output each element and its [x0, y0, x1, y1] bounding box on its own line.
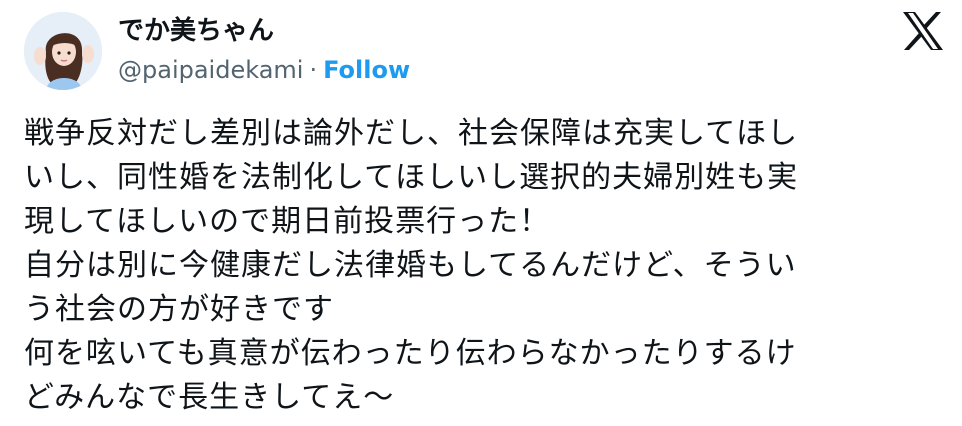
avatar[interactable]: [24, 12, 102, 90]
separator-dot: ·: [309, 56, 318, 84]
tweet-card: でか美ちゃん @paipaidekami · Follow 戦争反対だし差別は論外だ…: [0, 0, 962, 426]
display-name[interactable]: でか美ちゃん: [118, 14, 274, 48]
user-handle[interactable]: @paipaidekami: [118, 56, 303, 84]
handle-row: @paipaidekami · Follow: [118, 54, 410, 86]
tweet-text: 戦争反対だし差別は論外だし、社会保障は充実してほし いし、同性婚を法制化してほし…: [24, 116, 799, 415]
x-logo-icon[interactable]: [900, 10, 946, 52]
avatar-image: [24, 12, 102, 90]
follow-button[interactable]: Follow: [323, 56, 410, 84]
